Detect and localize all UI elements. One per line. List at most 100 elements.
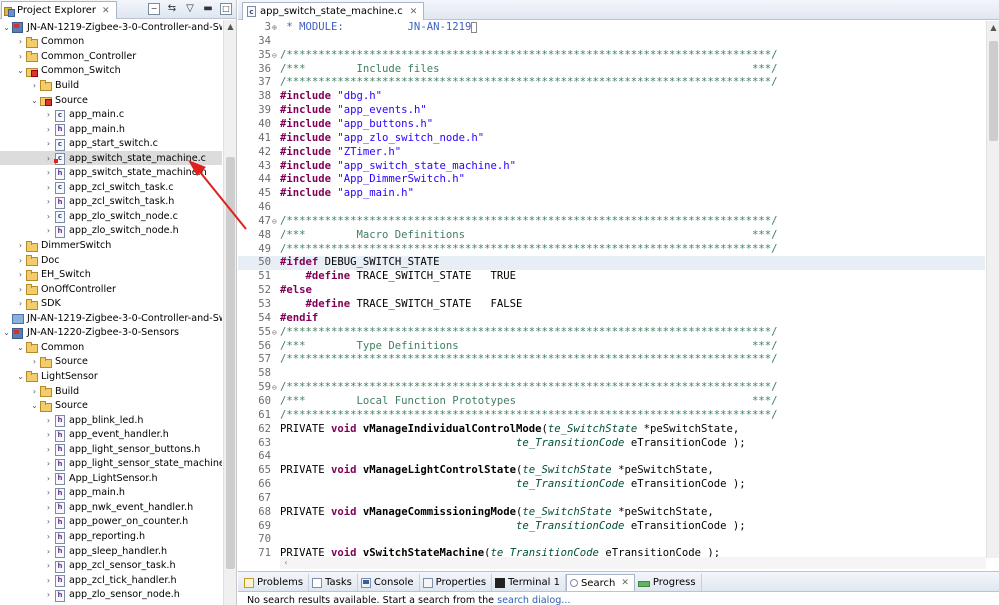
chevron-right-icon[interactable]: › — [29, 357, 40, 366]
chevron-right-icon[interactable]: › — [43, 532, 54, 541]
chevron-right-icon[interactable]: › — [15, 241, 26, 250]
chevron-right-icon[interactable]: › — [15, 299, 26, 308]
chevron-down-icon[interactable]: ⌄ — [15, 372, 26, 381]
scroll-up-icon[interactable]: ▲ — [224, 20, 236, 33]
chevron-right-icon[interactable]: › — [29, 81, 40, 90]
chevron-right-icon[interactable]: › — [43, 197, 54, 206]
tree-item[interactable]: › app_zcl_tick_handler.h — [0, 573, 222, 588]
tree-item[interactable]: › app_main.h — [0, 122, 222, 137]
chevron-down-icon[interactable]: ⌄ — [15, 343, 26, 352]
chevron-down-icon[interactable]: ⌄ — [29, 96, 40, 105]
tree-item[interactable]: › app_zcl_switch_task.c — [0, 180, 222, 195]
tree-item[interactable]: › app_start_switch.c — [0, 136, 222, 151]
chevron-down-icon[interactable]: ⌄ — [15, 66, 26, 75]
chevron-right-icon[interactable]: › — [43, 430, 54, 439]
tab-properties[interactable]: Properties — [420, 574, 493, 591]
chevron-right-icon[interactable]: › — [15, 37, 26, 46]
tree-item[interactable]: › app_zcl_switch_task.h — [0, 195, 222, 210]
tree-item[interactable]: › app_switch_state_machine.h — [0, 166, 222, 181]
chevron-right-icon[interactable]: › — [43, 154, 54, 163]
tree-item[interactable]: ⌄ Common — [0, 340, 222, 355]
tree-item[interactable]: › OnOffController — [0, 282, 222, 297]
tree-item[interactable]: › app_zlo_switch_node.c — [0, 209, 222, 224]
tab-search[interactable]: Search ✕ — [565, 574, 635, 591]
tree-item[interactable]: › app_zcl_sensor_task.h — [0, 558, 222, 573]
maximize-icon[interactable]: □ — [220, 3, 232, 15]
tab-tasks[interactable]: Tasks — [309, 574, 358, 591]
tree-item[interactable]: › app_light_sensor_state_machine.h — [0, 457, 222, 472]
link-with-editor-icon[interactable]: ⇆ — [166, 3, 178, 15]
scrollbar-thumb[interactable] — [989, 41, 998, 141]
scroll-up-icon[interactable]: ▲ — [987, 21, 999, 34]
code-area[interactable]: 3 ⊕ * MODULE: JN-AN-1219 34 35 ⊖/***********… — [238, 21, 985, 558]
chevron-down-icon[interactable]: ⌄ — [1, 23, 12, 32]
scroll-left-icon[interactable]: ‹ — [280, 557, 292, 569]
expand-fold-icon[interactable]: ⊕ — [272, 21, 280, 35]
tree-item[interactable]: › Source — [0, 355, 222, 370]
tab-project-explorer[interactable]: Project Explorer ✕ — [1, 1, 117, 19]
tab-terminal-1[interactable]: Terminal 1 — [492, 574, 566, 591]
tree-item[interactable]: › app_nwk_event_handler.h — [0, 500, 222, 515]
tree-item[interactable]: › app_switch_state_machine.c — [0, 150, 222, 166]
chevron-right-icon[interactable]: › — [43, 547, 54, 556]
tab-console[interactable]: Console — [358, 574, 420, 591]
collapse-all-icon[interactable]: − — [148, 3, 160, 15]
chevron-right-icon[interactable]: › — [43, 503, 54, 512]
tab-progress[interactable]: Progress — [635, 574, 702, 591]
tree-item[interactable]: ⌄ JN-AN-1219-Zigbee-3-0-Controller-and-Sw… — [0, 20, 222, 35]
chevron-down-icon[interactable]: ⌄ — [1, 328, 12, 337]
collapse-fold-icon[interactable]: ⊖ — [272, 215, 280, 229]
tree-item[interactable]: › app_main.c — [0, 107, 222, 122]
tree-item[interactable]: ⌄ JN-AN-1220-Zigbee-3-0-Sensors — [0, 326, 222, 341]
tab-app-switch-state-machine[interactable]: c app_switch_state_machine.c ✕ — [242, 2, 425, 20]
tree-item[interactable]: › app_reporting.h — [0, 529, 222, 544]
tab-problems[interactable]: Problems — [241, 574, 310, 591]
chevron-down-icon[interactable]: ⌄ — [29, 401, 40, 410]
minimize-icon[interactable]: ▬ — [202, 3, 214, 15]
chevron-right-icon[interactable]: › — [43, 125, 54, 134]
chevron-right-icon[interactable]: › — [43, 226, 54, 235]
project-tree[interactable]: ⌄ JN-AN-1219-Zigbee-3-0-Controller-and-Sw… — [0, 20, 222, 605]
collapse-fold-icon[interactable]: ⊖ — [272, 326, 280, 340]
tree-item[interactable]: ⌄ Common_Switch — [0, 64, 222, 79]
view-menu-icon[interactable]: ▽ — [184, 3, 196, 15]
chevron-right-icon[interactable]: › — [43, 445, 54, 454]
tree-item[interactable]: › Doc — [0, 253, 222, 268]
close-icon[interactable]: ✕ — [410, 7, 418, 17]
chevron-right-icon[interactable]: › — [15, 270, 26, 279]
chevron-right-icon[interactable]: › — [43, 183, 54, 192]
editor-vertical-scrollbar[interactable]: ▲ — [986, 21, 999, 558]
chevron-right-icon[interactable]: › — [15, 285, 26, 294]
chevron-right-icon[interactable]: › — [43, 212, 54, 221]
tree-item[interactable]: ⌄ Source — [0, 398, 222, 413]
collapse-fold-icon[interactable]: ⊖ — [272, 381, 280, 395]
tree-item[interactable]: › Common_Controller — [0, 49, 222, 64]
chevron-right-icon[interactable]: › — [15, 52, 26, 61]
tree-item[interactable]: ⌄ LightSensor — [0, 369, 222, 384]
tree-item[interactable]: › App_LightSensor.h — [0, 471, 222, 486]
tree-item[interactable]: › app_blink_led.h — [0, 413, 222, 428]
chevron-right-icon[interactable]: › — [29, 387, 40, 396]
collapse-fold-icon[interactable]: ⊖ — [272, 49, 280, 63]
tree-item[interactable]: › Build — [0, 384, 222, 399]
tree-item[interactable]: › Common — [0, 35, 222, 50]
tree-item[interactable]: › app_event_handler.h — [0, 427, 222, 442]
tree-item[interactable]: › app_sleep_handler.h — [0, 544, 222, 559]
tree-item[interactable]: › app_zlo_switch_node.h — [0, 224, 222, 239]
chevron-right-icon[interactable]: › — [43, 590, 54, 599]
chevron-right-icon[interactable]: › — [43, 474, 54, 483]
chevron-right-icon[interactable]: › — [15, 256, 26, 265]
tree-item[interactable]: › app_light_sensor_buttons.h — [0, 442, 222, 457]
tree-item[interactable]: JN-AN-1219-Zigbee-3-0-Controller-and-Swi… — [0, 311, 222, 326]
chevron-right-icon[interactable]: › — [43, 561, 54, 570]
chevron-right-icon[interactable]: › — [43, 459, 54, 468]
chevron-right-icon[interactable]: › — [43, 416, 54, 425]
chevron-right-icon[interactable]: › — [43, 139, 54, 148]
editor-horizontal-scrollbar[interactable]: ‹ — [280, 557, 986, 569]
chevron-right-icon[interactable]: › — [43, 576, 54, 585]
tree-item[interactable]: › SDK — [0, 296, 222, 311]
tree-item[interactable]: › EH_Switch — [0, 267, 222, 282]
search-dialog-link[interactable]: search dialog... — [497, 595, 570, 605]
tree-item[interactable]: › app_zlo_sensor_node.h — [0, 587, 222, 602]
tree-item[interactable]: › app_power_on_counter.h — [0, 515, 222, 530]
